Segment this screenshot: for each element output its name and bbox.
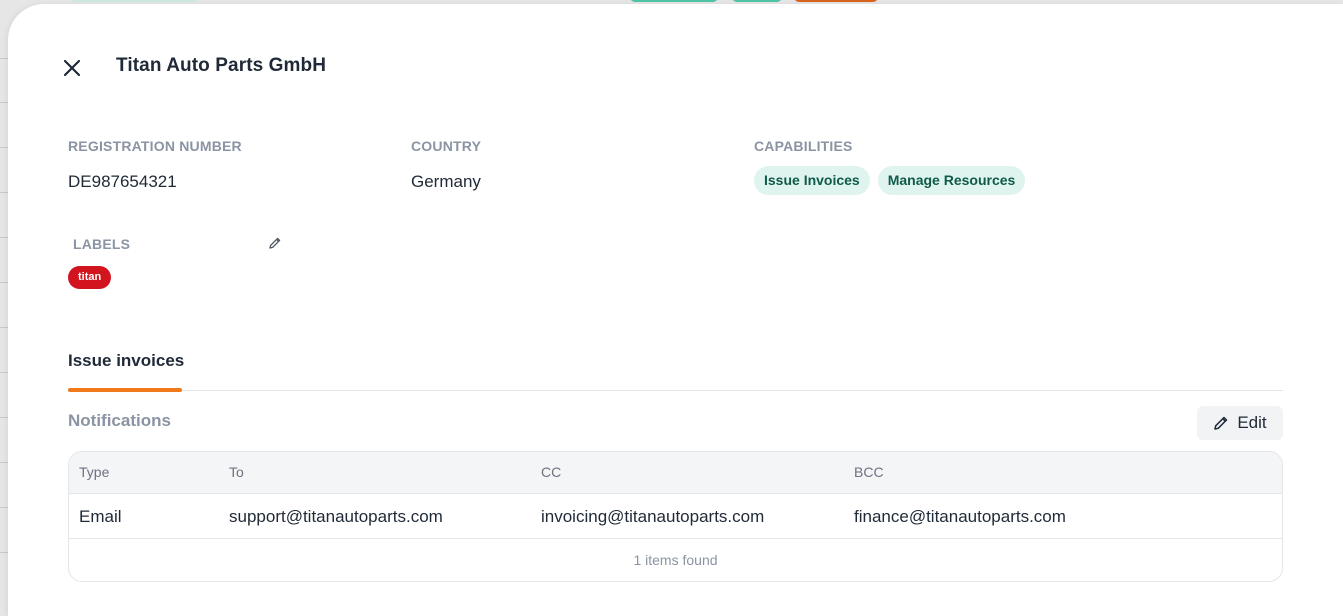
pencil-icon: [269, 237, 281, 249]
edit-notifications-button[interactable]: Edit: [1197, 406, 1283, 440]
column-header-bcc: BCC: [854, 464, 884, 480]
capability-badge-issue-invoices: Issue Invoices: [754, 166, 870, 195]
cell-to: support@titanautoparts.com: [229, 507, 443, 526]
label-badge-titan[interactable]: titan: [68, 266, 112, 289]
cell-bcc: finance@titanautoparts.com: [854, 507, 1066, 526]
cell-type: Email: [79, 507, 122, 526]
labels-label: LABELS: [73, 236, 131, 252]
capabilities-label: CAPABILITIES: [754, 138, 853, 154]
tabs-divider: [68, 390, 1283, 391]
table-header: Type To CC BCC: [69, 452, 1282, 494]
pencil-icon: [1214, 416, 1228, 430]
country-value: Germany: [411, 172, 481, 191]
panel-title: Titan Auto Parts GmbH: [116, 55, 327, 76]
capability-badge-manage-resources: Manage Resources: [877, 166, 1026, 195]
background-chip: [630, 0, 718, 2]
notifications-table: Type To CC BCC Email support@titanautopa…: [68, 451, 1283, 582]
tab-issue-invoices[interactable]: Issue invoices: [68, 351, 184, 371]
active-tab-indicator: [68, 388, 182, 392]
column-header-to: To: [229, 464, 244, 480]
background-chip: [794, 0, 878, 2]
registration-number-label: REGISTRATION NUMBER: [68, 138, 242, 154]
table-footer: 1 items found: [633, 552, 718, 568]
edit-button-label: Edit: [1237, 413, 1267, 432]
edit-labels-button[interactable]: [268, 236, 282, 250]
table-row[interactable]: Email support@titanautoparts.com invoici…: [69, 494, 1282, 539]
capabilities-list: Issue Invoices Manage Resources: [754, 166, 1026, 195]
background-chip: [70, 0, 198, 2]
cell-cc: invoicing@titanautoparts.com: [541, 507, 765, 526]
column-header-type: Type: [79, 464, 110, 480]
country-label: COUNTRY: [411, 138, 482, 154]
close-icon: [63, 59, 81, 77]
notifications-heading: Notifications: [68, 411, 171, 430]
registration-number-value: DE987654321: [68, 172, 177, 191]
detail-panel: Titan Auto Parts GmbH REGISTRATION NUMBE…: [8, 4, 1343, 616]
background-chip: [732, 0, 782, 2]
close-button[interactable]: [60, 56, 84, 80]
column-header-cc: CC: [541, 464, 562, 480]
